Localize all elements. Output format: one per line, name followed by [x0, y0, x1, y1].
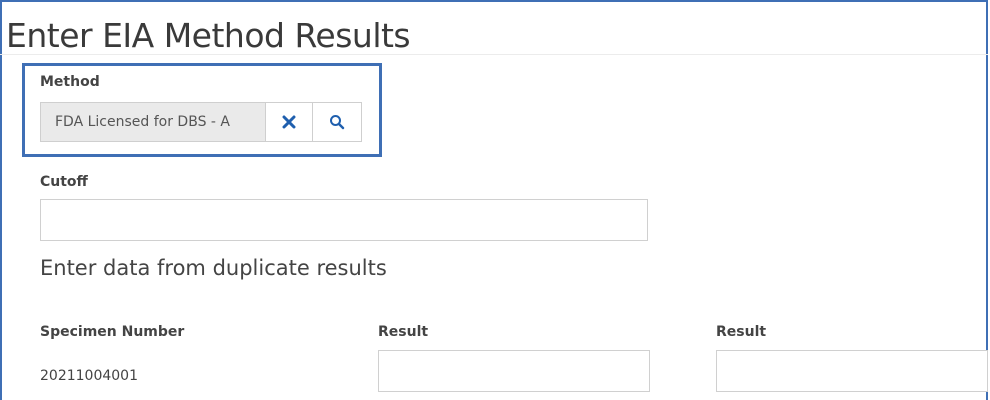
- specimen-number-value: 20211004001: [40, 368, 138, 384]
- result-2-input[interactable]: [716, 350, 988, 392]
- clear-method-button[interactable]: [265, 102, 313, 142]
- search-icon: [330, 115, 345, 130]
- cutoff-input[interactable]: [40, 199, 648, 241]
- specimen-number-header: Specimen Number: [40, 324, 185, 340]
- result-1-input[interactable]: [378, 350, 650, 392]
- method-label: Method: [40, 74, 100, 90]
- search-method-button[interactable]: [312, 102, 362, 142]
- result-1-header: Result: [378, 324, 429, 340]
- cutoff-label: Cutoff: [40, 174, 88, 190]
- method-field[interactable]: FDA Licensed for DBS - A: [40, 102, 266, 142]
- duplicate-results-heading: Enter data from duplicate results: [40, 256, 387, 280]
- page-title: Enter EIA Method Results: [6, 16, 411, 55]
- title-divider: [0, 54, 988, 55]
- result-2-header: Result: [716, 324, 767, 340]
- close-icon: [282, 115, 296, 129]
